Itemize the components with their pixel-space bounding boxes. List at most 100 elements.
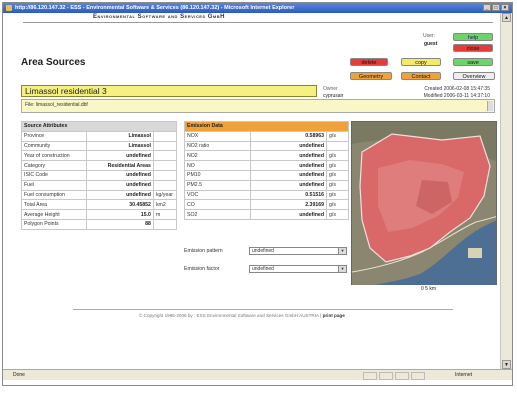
emission-label: NO2 ratio bbox=[184, 140, 251, 152]
attr-unit bbox=[152, 140, 178, 152]
attr-unit bbox=[152, 130, 178, 142]
delete-button[interactable]: delete bbox=[350, 58, 388, 66]
chevron-down-icon[interactable]: ▼ bbox=[338, 266, 346, 272]
emission-label: SO2 bbox=[184, 209, 251, 220]
emission-factor-select[interactable]: undefined ▼ bbox=[249, 265, 347, 273]
emission-label: CO bbox=[184, 199, 251, 211]
brand-divider bbox=[23, 22, 493, 23]
save-button[interactable]: save bbox=[453, 58, 493, 66]
page-scrollbar[interactable]: ▲ ▼ bbox=[500, 13, 512, 369]
emission-pattern-select[interactable]: undefined ▼ bbox=[249, 247, 347, 255]
emission-value[interactable]: undefined bbox=[250, 169, 327, 181]
footer-divider bbox=[73, 309, 453, 310]
emission-value[interactable]: 0.58963 bbox=[250, 130, 327, 142]
table-row: Total Area 30.45852 km2 bbox=[21, 199, 178, 211]
internet-zone: Internet bbox=[455, 372, 472, 378]
scroll-up-icon[interactable]: ▲ bbox=[502, 13, 511, 22]
attr-label: Year of construction bbox=[21, 150, 87, 162]
window-title: http://86.120.147.32 - ESS - Environment… bbox=[15, 5, 295, 11]
table-row: Province Limassol bbox=[21, 130, 178, 142]
emission-data-header: Emission Data bbox=[184, 121, 349, 132]
table-row: PM2.5 undefined g/s bbox=[184, 179, 349, 191]
status-panel bbox=[411, 372, 425, 380]
attr-value[interactable]: undefined bbox=[85, 179, 154, 191]
source-attributes-table: Source Attributes Province Limassol Commu… bbox=[21, 121, 178, 230]
chevron-down-icon[interactable]: ▼ bbox=[338, 248, 346, 254]
source-name-field[interactable]: Limassol residential 3 bbox=[21, 85, 317, 97]
attr-label: Fuel bbox=[21, 179, 87, 191]
table-row: CO 2.39169 g/s bbox=[184, 199, 349, 211]
attr-value[interactable]: Limassol bbox=[85, 130, 154, 142]
window-titlebar: http://86.120.147.32 - ESS - Environment… bbox=[3, 3, 512, 13]
status-panel bbox=[363, 372, 377, 380]
table-row: NO undefined g/s bbox=[184, 160, 349, 171]
attr-unit bbox=[152, 150, 178, 162]
owner-label: Owner bbox=[323, 86, 338, 92]
attr-value[interactable]: undefined bbox=[85, 150, 154, 162]
table-row: Year of construction undefined bbox=[21, 150, 178, 162]
brand-name: Environmental Software and Services GmbH bbox=[93, 14, 225, 20]
attr-unit bbox=[152, 218, 178, 230]
close-button[interactable]: close bbox=[453, 44, 493, 52]
minimize-button[interactable]: _ bbox=[483, 4, 491, 11]
attr-value[interactable]: Residential Areas bbox=[85, 160, 154, 171]
emission-value[interactable]: undefined bbox=[250, 179, 327, 191]
table-row: Polygon Points 88 bbox=[21, 218, 178, 230]
attr-value[interactable]: 15.0 bbox=[85, 209, 154, 220]
created-timestamp: Created 2006-02-08 15:47:35 bbox=[424, 86, 490, 92]
emission-value[interactable]: undefined bbox=[250, 140, 327, 152]
satellite-map-image bbox=[352, 122, 496, 286]
emission-factor-row: Emission factor undefined ▼ bbox=[184, 265, 347, 273]
table-row: NOX 0.58963 g/s bbox=[184, 130, 349, 142]
print-page-link[interactable]: print page bbox=[323, 313, 345, 318]
attr-label: Category bbox=[21, 160, 87, 171]
status-panels bbox=[363, 372, 425, 380]
attr-label: Polygon Points bbox=[21, 218, 87, 230]
copyright-text: © Copyright 1995-2006 by : ESS Environme… bbox=[139, 313, 322, 318]
user-name: guest bbox=[424, 41, 438, 47]
emission-value[interactable]: undefined bbox=[250, 160, 327, 171]
area-map[interactable] bbox=[351, 121, 497, 291]
attr-value[interactable]: undefined bbox=[85, 189, 154, 201]
emission-value[interactable]: 0.51516 bbox=[250, 189, 327, 201]
browser-window: http://86.120.147.32 - ESS - Environment… bbox=[2, 2, 513, 386]
attr-unit bbox=[152, 160, 178, 171]
attr-value[interactable]: undefined bbox=[85, 169, 154, 181]
attr-value[interactable]: 88 bbox=[85, 218, 154, 230]
emission-unit: g/s bbox=[326, 160, 349, 171]
file-scrollbar[interactable] bbox=[487, 101, 493, 111]
status-bar: Done Internet bbox=[3, 369, 512, 380]
geometry-button[interactable]: Geometry bbox=[350, 72, 392, 80]
emission-unit: g/s bbox=[326, 179, 349, 191]
maximize-button[interactable]: □ bbox=[492, 4, 500, 11]
emission-value[interactable]: undefined bbox=[250, 150, 327, 162]
attr-label: Community bbox=[21, 140, 87, 152]
attr-unit: kg/year bbox=[152, 189, 178, 201]
copy-button[interactable]: copy bbox=[401, 58, 441, 66]
contact-button[interactable]: Contact bbox=[401, 72, 441, 80]
table-row: Category Residential Areas bbox=[21, 160, 178, 171]
emission-value[interactable]: undefined bbox=[250, 209, 327, 220]
emission-unit bbox=[326, 140, 349, 152]
emission-value[interactable]: 2.39169 bbox=[250, 199, 327, 211]
emission-factor-label: Emission factor bbox=[184, 266, 220, 272]
window-close-button[interactable]: × bbox=[501, 4, 509, 11]
file-textarea[interactable]: File: limassol_residential.dbf bbox=[21, 99, 495, 113]
emission-label: PM10 bbox=[184, 169, 251, 181]
status-panel bbox=[379, 372, 393, 380]
emission-unit: g/s bbox=[326, 189, 349, 201]
attr-value[interactable]: Limassol bbox=[85, 140, 154, 152]
overview-button[interactable]: Overview bbox=[453, 72, 495, 80]
attr-value[interactable]: 30.45852 bbox=[85, 199, 154, 211]
attr-unit: m bbox=[152, 209, 178, 220]
table-row: SO2 undefined g/s bbox=[184, 209, 349, 220]
help-button[interactable]: help bbox=[453, 33, 493, 41]
table-row: NO2 ratio undefined bbox=[184, 140, 349, 152]
attr-label: Province bbox=[21, 130, 87, 142]
table-row: Fuel undefined bbox=[21, 179, 178, 191]
emission-label: NOX bbox=[184, 130, 251, 142]
emission-label: NO bbox=[184, 160, 251, 171]
emission-unit: g/s bbox=[326, 199, 349, 211]
scroll-down-icon[interactable]: ▼ bbox=[502, 360, 511, 369]
attr-unit bbox=[152, 179, 178, 191]
